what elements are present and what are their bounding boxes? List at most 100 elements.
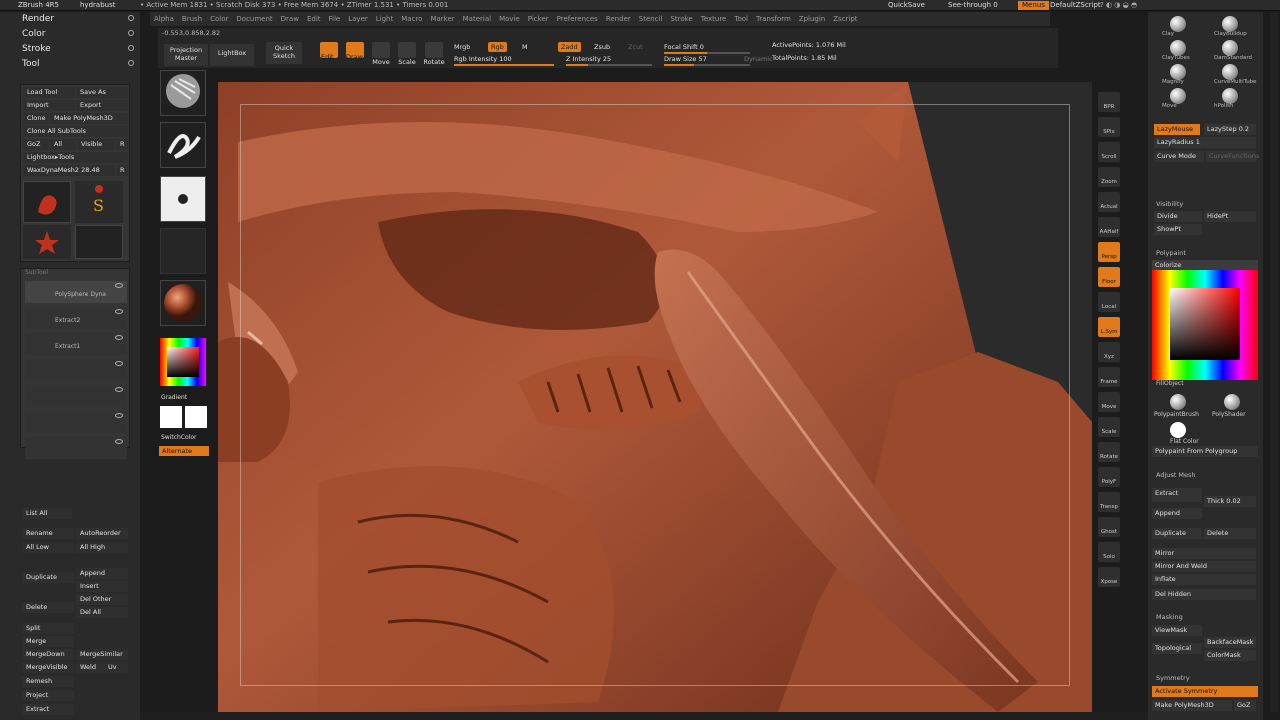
action-all-high[interactable]: All High [76,542,128,553]
shelf-move-button[interactable]: Move [1098,392,1120,412]
color-saturation-square[interactable] [1170,288,1240,360]
zsub-toggle[interactable]: Zsub [594,42,618,52]
polypaint-header[interactable]: Polypaint [1156,249,1186,257]
subtool-item[interactable] [25,437,127,459]
goz-all-button[interactable]: All [50,139,76,150]
menu-edit[interactable]: Edit [303,12,325,26]
delete-button[interactable]: Delete [1204,528,1256,539]
menu-macro[interactable]: Macro [397,12,426,26]
current-tool-slider[interactable]: WaxDynaMesh2 28.48 [23,165,115,176]
action-delete[interactable]: Delete [22,602,74,613]
menu-preferences[interactable]: Preferences [553,12,602,26]
brush-hpolish-icon[interactable] [1222,88,1238,104]
rgb-toggle[interactable]: Rgb [488,42,512,52]
shelf-ghost-button[interactable]: Ghost [1098,517,1120,537]
make-polymesh3d-button[interactable]: Make PolyMesh3D [1152,700,1232,711]
switchcolor-button[interactable]: SwitchColor [161,434,197,441]
make-polymesh-button[interactable]: Make PolyMesh3D [50,113,128,124]
tool-thumb-polymesh-2[interactable] [75,225,123,259]
subtool-item[interactable] [25,385,127,407]
focal-shift-slider[interactable]: Focal Shift 0 [664,42,750,54]
del-hidden-button[interactable]: Del Hidden [1152,589,1256,600]
eye-icon[interactable] [115,335,123,340]
brush-curvemultitube-icon[interactable] [1222,64,1238,80]
brush-magnify-icon[interactable] [1170,64,1186,80]
brush-clay-icon[interactable] [1170,16,1186,32]
extract-button[interactable]: Extract [1152,488,1202,502]
action-remesh[interactable]: Remesh [22,676,74,687]
menu-texture[interactable]: Texture [697,12,731,26]
mrgb-button[interactable]: Mrgb [454,42,484,52]
shelf-scroll-button[interactable]: Scroll [1098,142,1120,162]
export-button[interactable]: Export [76,100,128,111]
shelf-aahalf-button[interactable]: AAHalf [1098,217,1120,237]
draw-size-slider[interactable]: Draw Size 57 [664,54,750,66]
alternate-button[interactable]: Alternate [159,446,209,456]
eye-icon[interactable] [115,439,123,444]
mirror-button[interactable]: Mirror [1152,548,1256,559]
render-palette-header[interactable]: Render [0,12,140,27]
menu-stencil[interactable]: Stencil [635,12,667,26]
palette-toggle-icon[interactable] [128,45,134,51]
divide-button[interactable]: Divide [1154,211,1202,222]
lightbox-tools-button[interactable]: Lightbox▸Tools [23,152,128,163]
curve-mode-toggle[interactable]: Curve Mode [1154,151,1204,162]
stroke-selector[interactable] [160,122,206,168]
hidept-button[interactable]: HidePt [1204,211,1256,222]
clone-all-subtools-button[interactable]: Clone All SubTools [23,126,128,137]
list-all-button[interactable]: List All [22,508,72,519]
shelf-bpr-button[interactable]: BPR [1098,92,1120,112]
action-autoreorder[interactable]: AutoReorder [76,528,128,539]
texture-selector[interactable] [160,228,206,274]
polyshader-icon[interactable] [1224,394,1240,410]
stroke-palette-header[interactable]: Stroke [0,42,140,57]
menu-transform[interactable]: Transform [752,12,795,26]
menu-picker[interactable]: Picker [524,12,553,26]
goz-button[interactable]: GoZ [23,139,49,150]
colorize-picker[interactable] [1152,270,1258,380]
default-zscript-button[interactable]: DefaultZScript [1046,1,1105,10]
clone-button[interactable]: Clone [23,113,49,124]
brush-claytubes-icon[interactable] [1170,40,1186,56]
seethrough-slider[interactable]: See-through 0 [944,1,1002,10]
thick-slider[interactable]: Thick 0.02 [1204,496,1256,507]
adjust-mesh-header[interactable]: Adjust Mesh [1156,471,1196,479]
eye-icon[interactable] [115,283,123,288]
palette-toggle-icon[interactable] [128,60,134,66]
lightbox-button[interactable]: LightBox [210,44,254,66]
rgb-intensity-slider[interactable]: Rgb Intensity 100 [454,54,554,66]
polypaint-from-polygroup-button[interactable]: Polypaint From Polygroup [1152,446,1258,457]
action-project[interactable]: Project [22,690,74,701]
mirror-weld-button[interactable]: Mirror And Weld [1152,561,1256,572]
zadd-toggle[interactable]: Zadd [558,42,584,52]
dynamic-toggle[interactable]: Dynamic [744,54,774,64]
menu-color[interactable]: Color [206,12,232,26]
shelf-persp-button[interactable]: Persp [1098,242,1120,262]
brush-move-icon[interactable] [1170,88,1186,104]
eye-icon[interactable] [115,361,123,366]
flat-color-swatch[interactable] [1170,422,1186,438]
action-del-all[interactable]: Del All [76,607,128,618]
quick-sketch-button[interactable]: Quick Sketch [266,42,302,64]
menu-draw[interactable]: Draw [277,12,303,26]
import-button[interactable]: Import [23,100,75,111]
menu-brush[interactable]: Brush [178,12,206,26]
m-toggle[interactable]: M [522,42,534,52]
shelf-polyf-button[interactable]: PolyF [1098,467,1120,487]
color-square[interactable] [167,347,199,377]
shelf-spix-button[interactable]: SPix [1098,117,1120,137]
menu-zplugin[interactable]: Zplugin [795,12,829,26]
menu-marker[interactable]: Marker [426,12,458,26]
colormask-toggle[interactable]: ColorMask [1204,650,1256,661]
subtool-item[interactable]: Extract2 [25,307,127,329]
viewmask-toggle[interactable]: ViewMask [1152,625,1202,636]
menu-material[interactable]: Material [459,12,495,26]
z-intensity-slider[interactable]: Z Intensity 25 [566,54,652,66]
activate-symmetry-button[interactable]: Activate Symmetry [1152,686,1258,697]
canvas-viewport[interactable] [218,82,1092,712]
gradient-label[interactable]: Gradient [161,394,187,401]
inflate-slider[interactable]: Inflate [1152,574,1256,585]
menu-render[interactable]: Render [602,12,635,26]
palette-toggle-icon[interactable] [128,30,134,36]
eye-icon[interactable] [115,309,123,314]
